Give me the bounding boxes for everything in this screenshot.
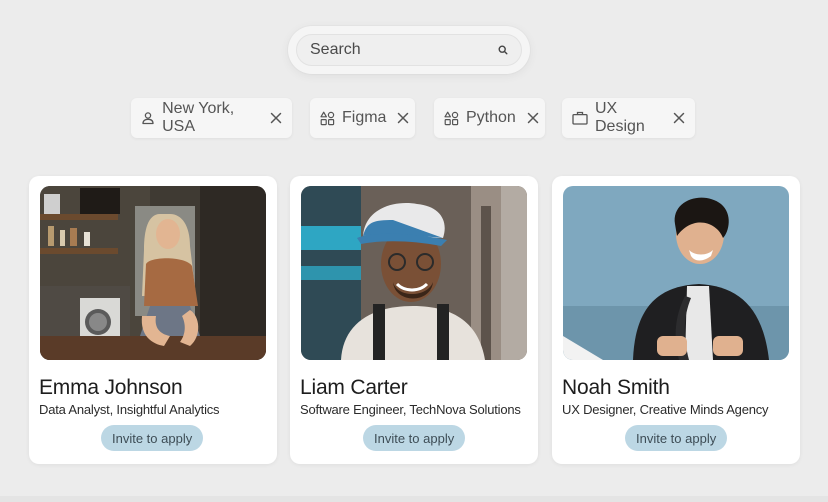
- candidate-photo: [301, 186, 527, 360]
- candidate-card: Noah Smith UX Designer, Creative Minds A…: [552, 176, 800, 464]
- filter-chip-label: UX Design: [595, 100, 645, 135]
- filter-chip-figma[interactable]: Figma: [310, 98, 415, 138]
- filter-chip-label: New York, USA: [162, 100, 235, 135]
- candidate-role: UX Designer, Creative Minds Agency: [562, 402, 769, 417]
- invite-to-apply-button[interactable]: Invite to apply: [101, 425, 204, 451]
- search-input[interactable]: Search: [296, 34, 522, 66]
- search-icon[interactable]: [497, 44, 509, 56]
- candidate-card: Liam Carter Software Engineer, TechNova …: [290, 176, 538, 464]
- candidate-role: Data Analyst, Insightful Analytics: [39, 402, 220, 417]
- candidate-name: Noah Smith: [562, 376, 670, 399]
- filter-chip-label: Figma: [342, 109, 387, 126]
- filter-chip-ux-design[interactable]: UX Design: [562, 98, 695, 138]
- shapes-icon: [444, 110, 459, 126]
- candidate-name: Liam Carter: [300, 376, 408, 399]
- person-icon: [141, 110, 155, 126]
- close-icon[interactable]: [397, 111, 409, 125]
- bottom-divider: [0, 496, 828, 502]
- filter-chip-label: Python: [466, 109, 516, 126]
- close-icon[interactable]: [270, 111, 282, 125]
- candidate-name: Emma Johnson: [39, 376, 183, 399]
- search-container: Search: [288, 26, 530, 74]
- candidate-photo: [563, 186, 789, 360]
- candidate-card: Emma Johnson Data Analyst, Insightful An…: [29, 176, 277, 464]
- candidate-role: Software Engineer, TechNova Solutions: [300, 402, 521, 417]
- shapes-icon: [320, 110, 335, 126]
- close-icon[interactable]: [673, 111, 685, 125]
- filter-chip-python[interactable]: Python: [434, 98, 545, 138]
- search-placeholder: Search: [310, 41, 361, 58]
- filter-chip-location[interactable]: New York, USA: [131, 98, 292, 138]
- briefcase-icon: [572, 110, 588, 126]
- invite-to-apply-button[interactable]: Invite to apply: [625, 425, 728, 451]
- candidate-photo: [40, 186, 266, 360]
- invite-to-apply-button[interactable]: Invite to apply: [363, 425, 466, 451]
- close-icon[interactable]: [527, 111, 539, 125]
